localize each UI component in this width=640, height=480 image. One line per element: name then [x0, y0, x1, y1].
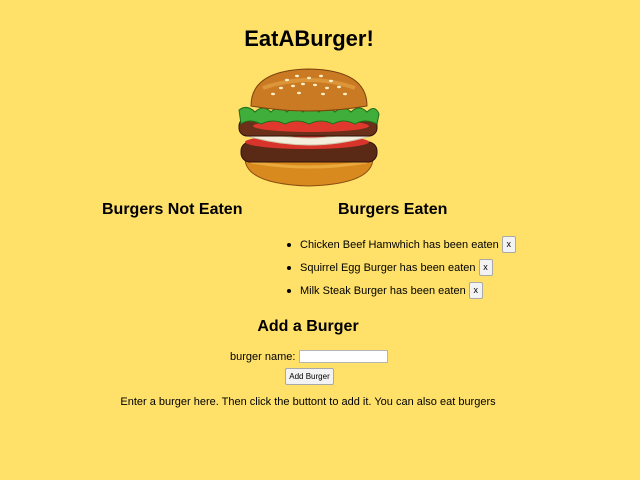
- list-item: Squirrel Egg Burger has been eaten x: [287, 257, 516, 278]
- not-eaten-heading: Burgers Not Eaten: [102, 201, 243, 218]
- eaten-heading: Burgers Eaten: [338, 201, 448, 218]
- delete-burger-button[interactable]: x: [468, 282, 483, 299]
- page: EatABurger! Burgers Not Eaten Burgers Ea…: [0, 0, 640, 480]
- delete-burger-button[interactable]: x: [478, 259, 493, 276]
- burger-name-label: burger name:: [230, 350, 296, 363]
- burger-name-row: burger name:: [230, 350, 389, 363]
- burger-label: Milk Steak Burger has been eaten: [300, 284, 466, 297]
- burger-label: Squirrel Egg Burger has been eaten: [300, 261, 476, 274]
- eaten-burger-list: Chicken Beef Hamwhich has been eaten x S…: [287, 234, 516, 303]
- burger-icon: [238, 68, 380, 187]
- bullet-icon: [287, 288, 291, 293]
- burger-label: Chicken Beef Hamwhich has been eaten: [300, 238, 499, 251]
- add-burger-button[interactable]: Add Burger: [285, 368, 334, 385]
- bullet-icon: [287, 242, 291, 247]
- delete-burger-button[interactable]: x: [501, 236, 516, 253]
- page-title: EatABurger!: [244, 26, 374, 51]
- help-text: Enter a burger here. Then click the butt…: [120, 396, 496, 408]
- list-item: Milk Steak Burger has been eaten x: [287, 280, 516, 301]
- add-burger-heading: Add a Burger: [257, 318, 359, 335]
- list-item: Chicken Beef Hamwhich has been eaten x: [287, 234, 516, 255]
- burger-name-input[interactable]: [299, 350, 389, 363]
- bullet-icon: [287, 265, 291, 270]
